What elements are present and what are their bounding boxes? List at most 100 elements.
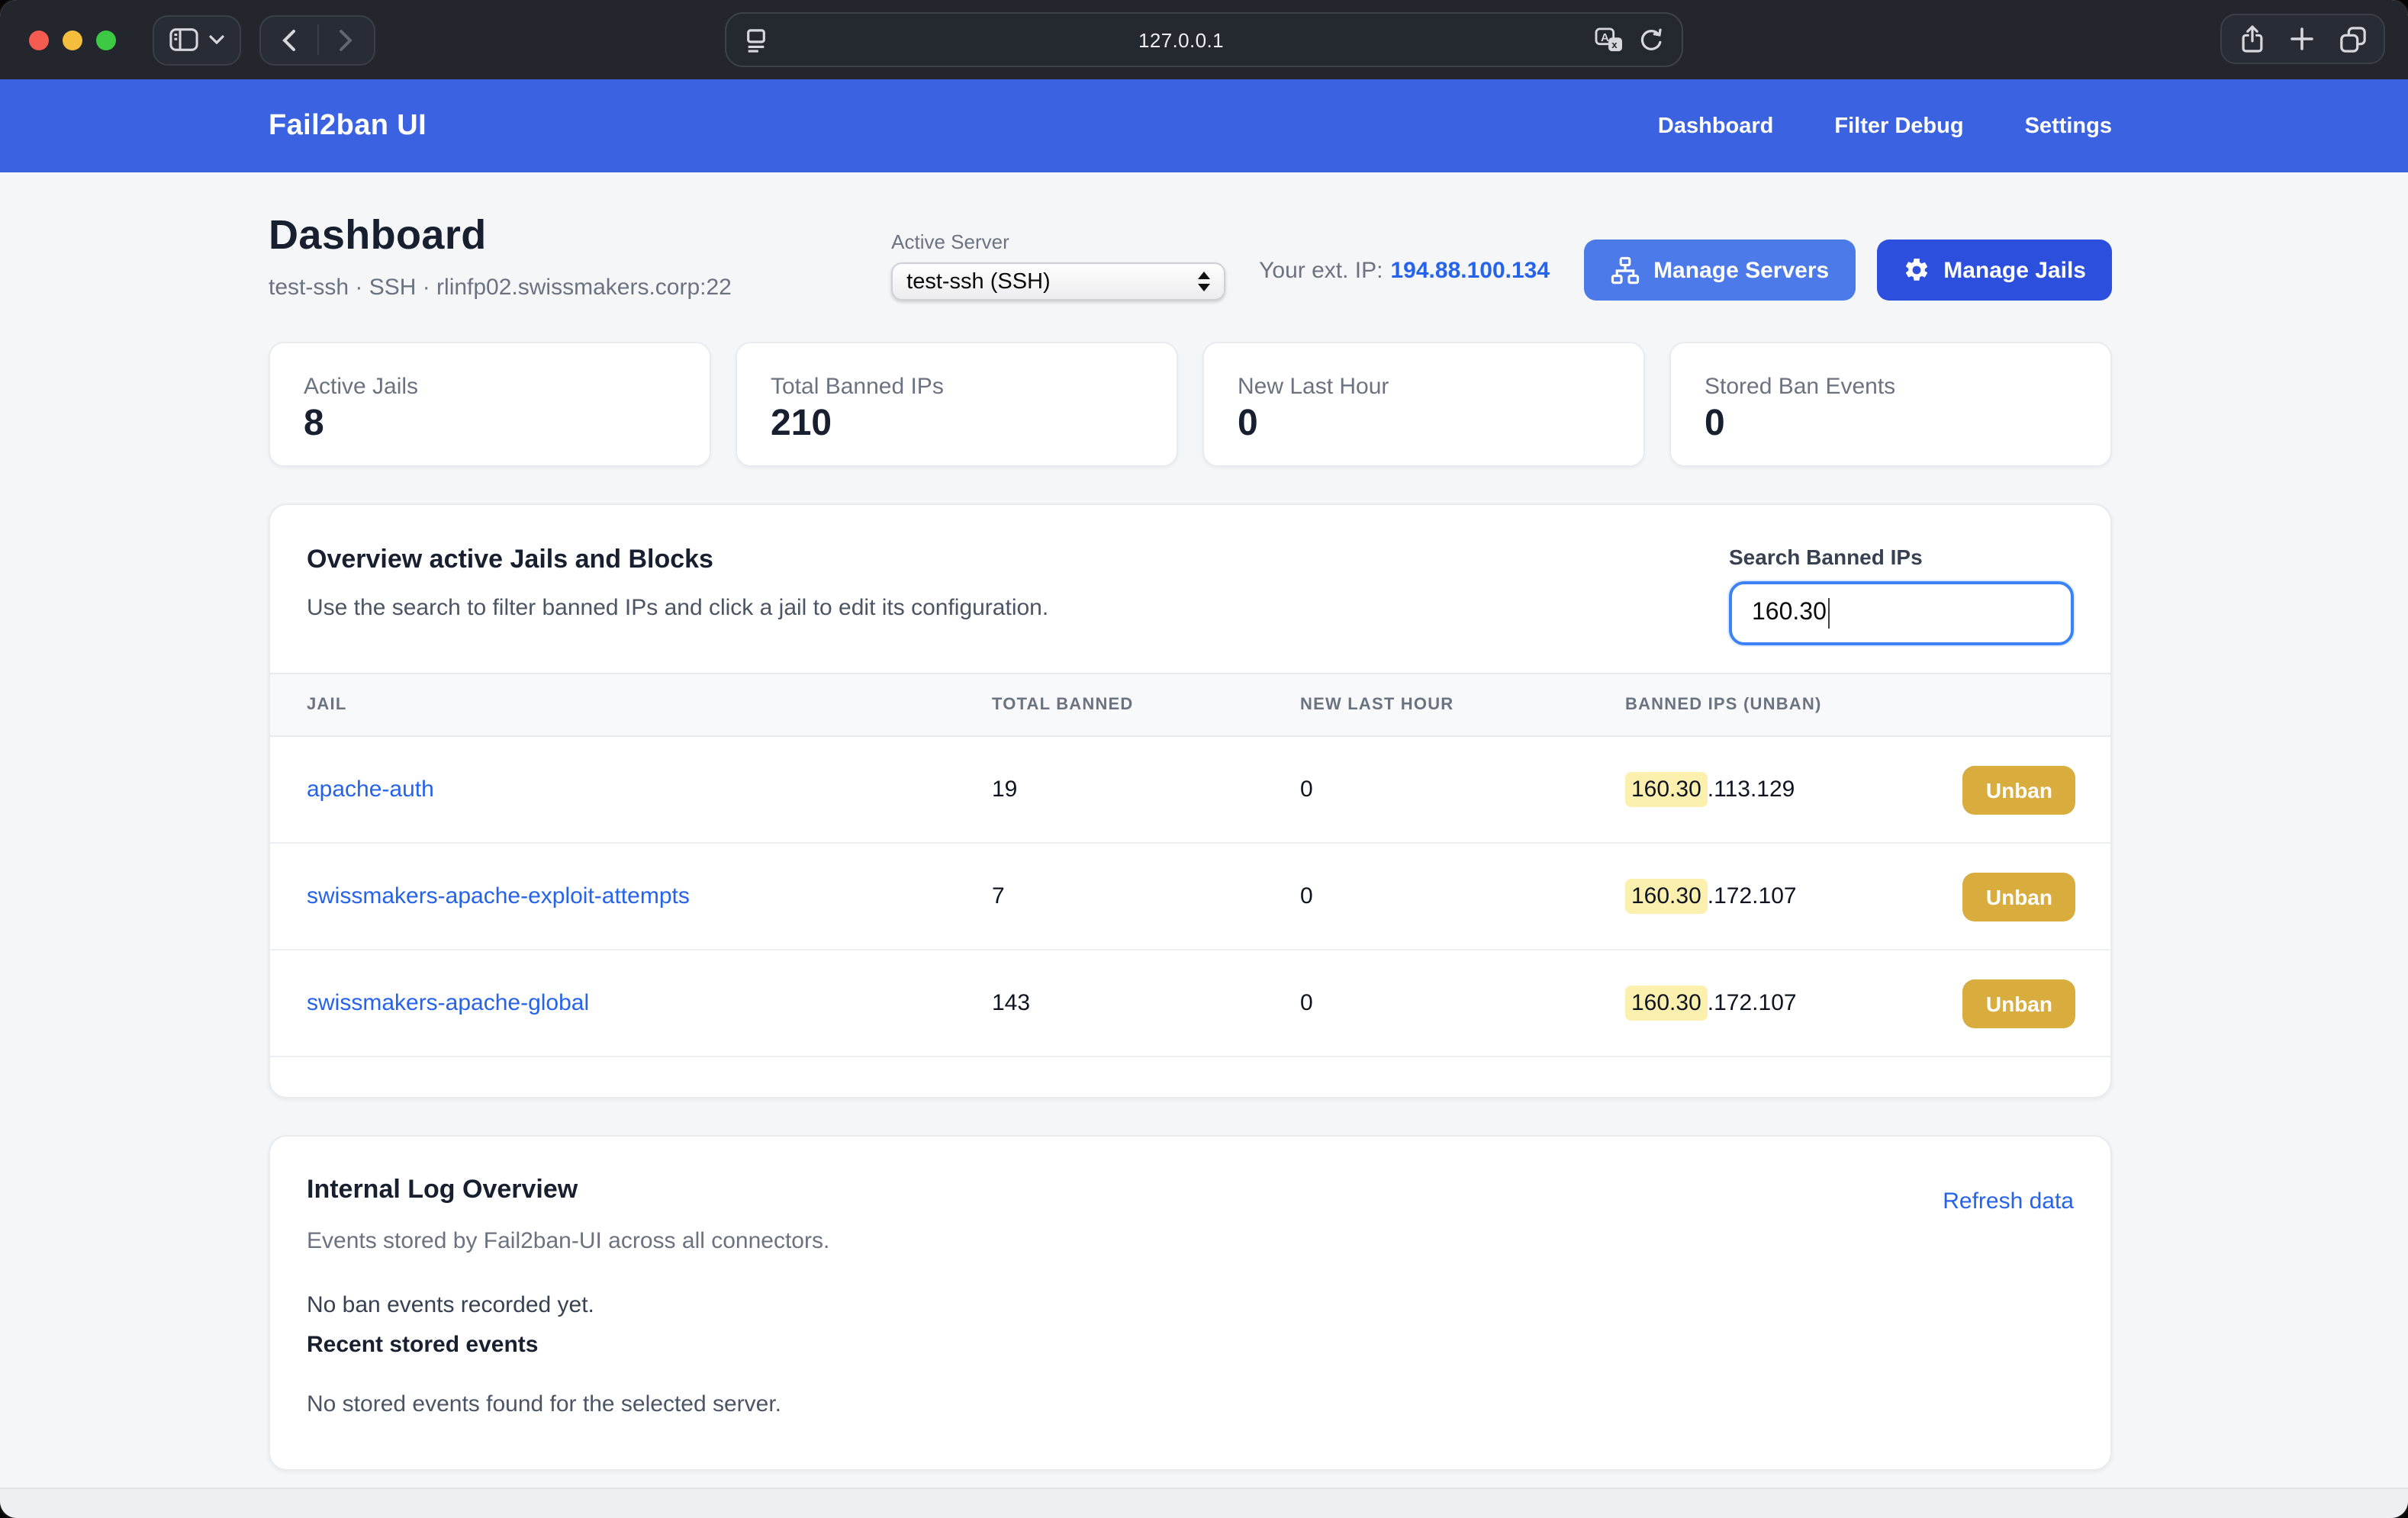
browser-window: 127.0.0.1 A x — [0, 0, 2408, 1518]
log-recent-title: Recent stored events — [307, 1332, 2074, 1358]
log-subtitle: Events stored by Fail2ban-UI across all … — [307, 1228, 2074, 1254]
overview-card: Overview active Jails and Blocks Use the… — [269, 503, 2112, 1098]
text-cursor — [1828, 598, 1830, 629]
unban-button[interactable]: Unban — [1963, 765, 2075, 814]
jail-link[interactable]: swissmakers-apache-global — [307, 989, 589, 1015]
back-button[interactable] — [261, 16, 317, 63]
internal-log-card: Internal Log Overview Refresh data Event… — [269, 1135, 2112, 1471]
traffic-lights — [29, 30, 116, 50]
stat-cards: Active Jails 8 Total Banned IPs 210 New … — [269, 342, 2112, 467]
unban-button[interactable]: Unban — [1963, 872, 2075, 921]
active-server-label: Active Server — [891, 230, 1225, 253]
page-header: Dashboard test-ssh · SSH · rlinfp02.swis… — [269, 215, 2112, 301]
browser-chrome: 127.0.0.1 A x — [0, 0, 2408, 79]
window-bottom-strip — [0, 1487, 2408, 1518]
sitemap-icon — [1609, 256, 1640, 285]
stat-value: 210 — [771, 404, 1143, 445]
nav-link-settings[interactable]: Settings — [2025, 114, 2112, 138]
stat-value: 8 — [304, 404, 676, 445]
stat-label: New Last Hour — [1238, 374, 1610, 400]
search-input-value: 160.30 — [1752, 600, 1827, 627]
nav-link-filter-debug[interactable]: Filter Debug — [1834, 114, 1963, 138]
close-icon[interactable] — [29, 30, 49, 50]
active-server-select[interactable]: test-ssh (SSH) — [891, 262, 1225, 301]
ip-highlight: 160.30 — [1625, 772, 1708, 807]
new-last-hour-value: 0 — [1300, 883, 1625, 909]
search-banned-ips-input[interactable]: 160.30 — [1729, 581, 2074, 645]
sidebar-toggle-button[interactable] — [153, 14, 241, 65]
overview-subtitle: Use the search to filter banned IPs and … — [307, 595, 1048, 621]
zoom-icon[interactable] — [96, 30, 116, 50]
table-row: swissmakers-apache-exploit-attempts 7 0 … — [270, 844, 2110, 950]
total-banned-value: 19 — [992, 777, 1300, 802]
jail-link[interactable]: apache-auth — [307, 776, 434, 802]
url-text[interactable]: 127.0.0.1 — [768, 28, 1595, 51]
table-row: apache-auth 19 0 160.30.113.129 Unban — [270, 737, 2110, 844]
manage-servers-button[interactable]: Manage Servers — [1583, 240, 1855, 301]
nav-links: Dashboard Filter Debug Settings — [1658, 114, 2112, 138]
history-nav — [259, 14, 375, 65]
address-bar[interactable]: 127.0.0.1 A x — [725, 12, 1683, 67]
ip-highlight: 160.30 — [1625, 986, 1708, 1021]
stat-card-active-jails: Active Jails 8 — [269, 342, 711, 467]
banned-ip: 160.30.172.107 — [1625, 986, 1797, 1021]
column-header-banned-ips: BANNED IPS (UNBAN) — [1625, 696, 2110, 714]
log-empty-recent: No stored events found for the selected … — [307, 1391, 2074, 1417]
sidebar-icon — [169, 27, 198, 52]
stat-label: Stored Ban Events — [1705, 374, 2077, 400]
svg-text:x: x — [1611, 38, 1618, 50]
page-subtitle: test-ssh · SSH · rlinfp02.swissmakers.co… — [269, 275, 732, 301]
ip-rest: .172.107 — [1708, 883, 1797, 909]
tabs-icon[interactable] — [2339, 25, 2366, 53]
refresh-data-link[interactable]: Refresh data — [1943, 1188, 2074, 1214]
manage-jails-button[interactable]: Manage Jails — [1876, 240, 2112, 301]
stat-card-new-last-hour: New Last Hour 0 — [1202, 342, 1645, 467]
table-row: swissmakers-apache-global 143 0 160.30.1… — [270, 950, 2110, 1057]
stat-card-stored-ban-events: Stored Ban Events 0 — [1669, 342, 2112, 467]
new-last-hour-value: 0 — [1300, 990, 1625, 1016]
gear-icon — [1902, 256, 1930, 284]
select-arrows-icon — [1198, 272, 1210, 291]
table-header-row: JAIL TOTAL BANNED NEW LAST HOUR BANNED I… — [270, 673, 2110, 737]
ip-rest: .172.107 — [1708, 990, 1797, 1016]
banned-ip: 160.30.172.107 — [1625, 879, 1797, 914]
stat-label: Total Banned IPs — [771, 374, 1143, 400]
jails-table: JAIL TOTAL BANNED NEW LAST HOUR BANNED I… — [270, 673, 2110, 1097]
app-brand[interactable]: Fail2ban UI — [269, 109, 427, 143]
overview-title: Overview active Jails and Blocks — [307, 545, 1048, 575]
column-header-new-last-hour: NEW LAST HOUR — [1300, 696, 1625, 714]
nav-link-dashboard[interactable]: Dashboard — [1658, 114, 1774, 138]
manage-servers-label: Manage Servers — [1653, 257, 1829, 283]
stat-card-total-banned: Total Banned IPs 210 — [736, 342, 1178, 467]
new-last-hour-value: 0 — [1300, 777, 1625, 802]
column-header-total-banned: TOTAL BANNED — [992, 696, 1300, 714]
forward-button[interactable] — [318, 16, 374, 63]
stat-value: 0 — [1238, 404, 1610, 445]
total-banned-value: 143 — [992, 990, 1300, 1016]
ext-ip-value[interactable]: 194.88.100.134 — [1391, 258, 1550, 284]
unban-button[interactable]: Unban — [1963, 979, 2075, 1028]
active-server-value: test-ssh (SSH) — [906, 269, 1198, 294]
reload-icon[interactable] — [1639, 27, 1663, 53]
log-title: Internal Log Overview — [307, 1175, 578, 1205]
ip-rest: .113.129 — [1708, 777, 1795, 802]
log-empty-events: No ban events recorded yet. — [307, 1292, 2074, 1318]
column-header-jail: JAIL — [270, 696, 992, 714]
reader-icon[interactable] — [745, 27, 768, 53]
translate-icon[interactable]: A x — [1595, 27, 1624, 53]
ip-highlight: 160.30 — [1625, 879, 1708, 914]
minimize-icon[interactable] — [63, 30, 82, 50]
stat-value: 0 — [1705, 404, 2077, 445]
stat-label: Active Jails — [304, 374, 676, 400]
chevron-down-icon — [209, 35, 224, 44]
share-icon[interactable] — [2239, 24, 2264, 53]
search-banned-ips-label: Search Banned IPs — [1729, 545, 2074, 569]
total-banned-value: 7 — [992, 883, 1300, 909]
page-title: Dashboard — [269, 215, 732, 256]
app-navbar: Fail2ban UI Dashboard Filter Debug Setti… — [0, 79, 2408, 172]
toolbar-actions — [2220, 14, 2385, 64]
plus-icon[interactable] — [2290, 27, 2313, 50]
jail-link[interactable]: swissmakers-apache-exploit-attempts — [307, 883, 690, 909]
banned-ip: 160.30.113.129 — [1625, 772, 1795, 807]
ext-ip-label: Your ext. IP: — [1259, 258, 1383, 284]
